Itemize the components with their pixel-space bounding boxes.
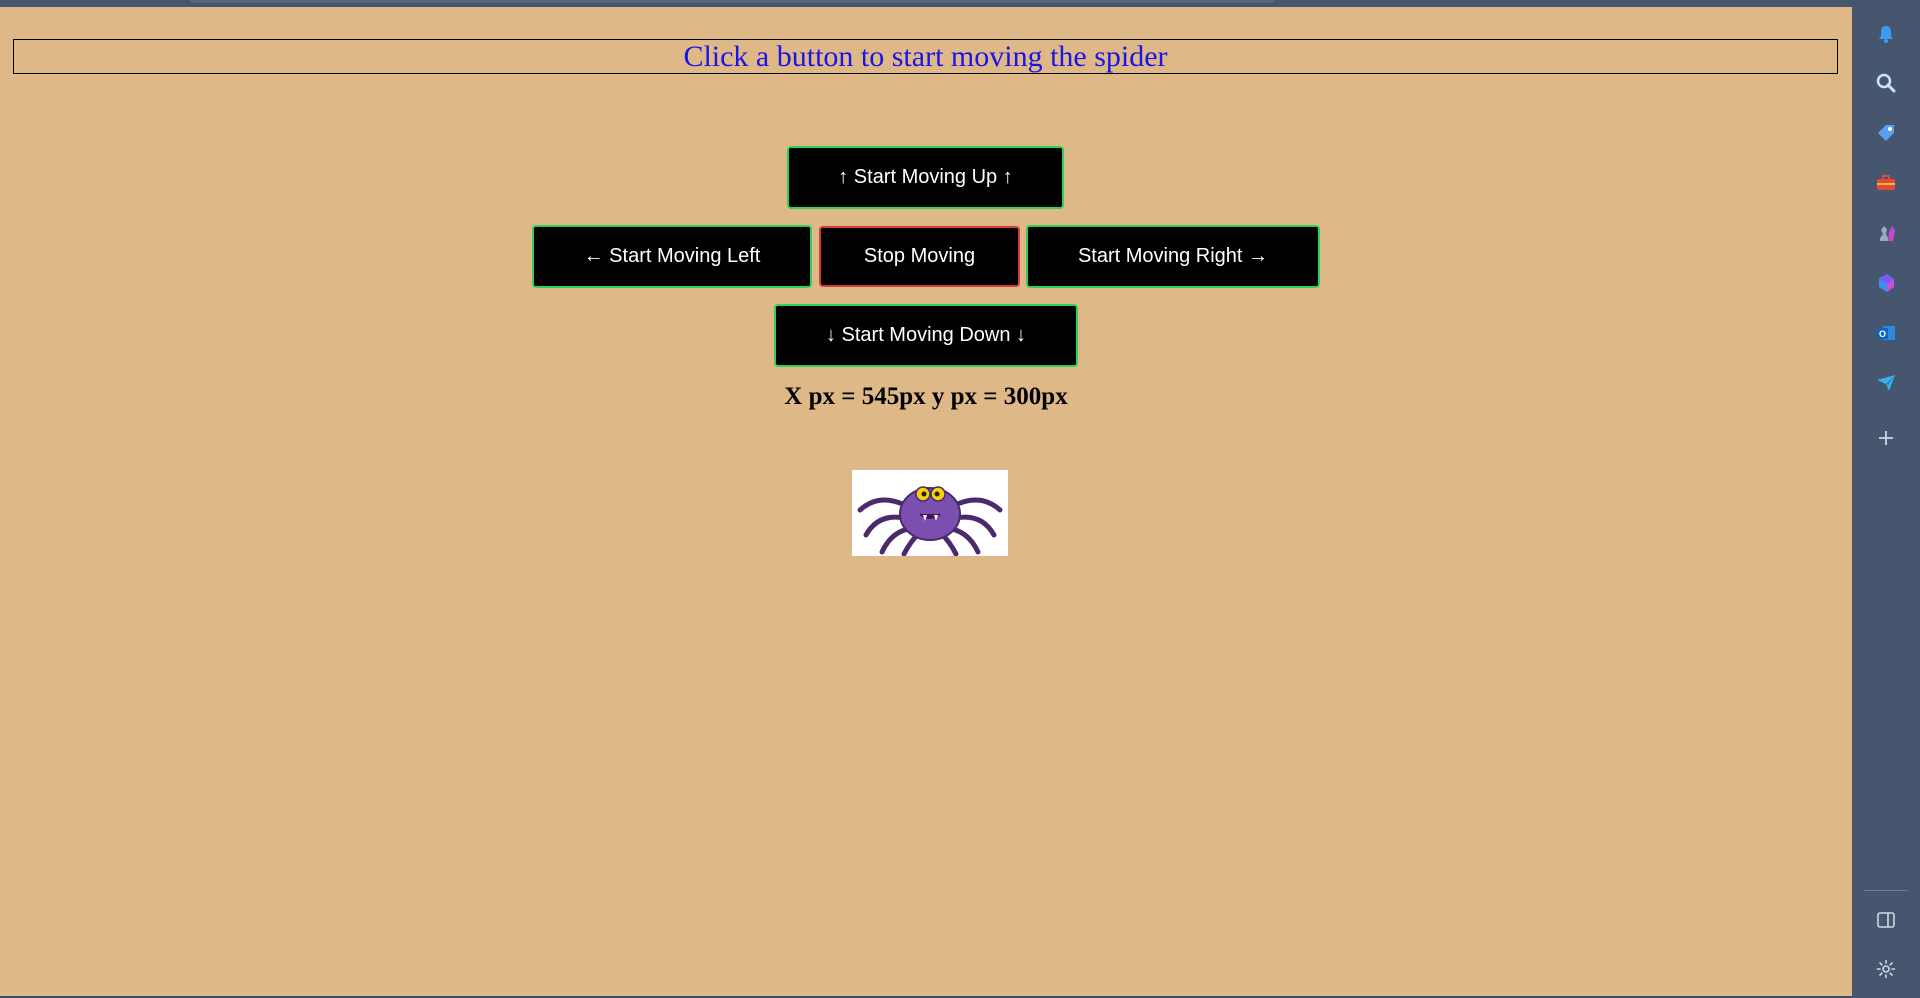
start-moving-up-button[interactable]: ↑ Start Moving Up ↑ bbox=[787, 146, 1064, 209]
panel-icon[interactable] bbox=[1872, 906, 1900, 934]
paper-plane-icon[interactable] bbox=[1872, 369, 1900, 397]
tab-strip-hint bbox=[190, 0, 1275, 3]
coordinates-readout: X px = 545px y px = 300px bbox=[784, 383, 1068, 410]
start-moving-down-button[interactable]: ↓ Start Moving Down ↓ bbox=[774, 304, 1078, 367]
svg-text:O: O bbox=[1879, 329, 1886, 339]
browser-sidebar: O bbox=[1852, 0, 1920, 998]
chess-icon[interactable] bbox=[1872, 219, 1900, 247]
bell-icon[interactable] bbox=[1872, 20, 1900, 48]
outlook-icon[interactable]: O bbox=[1872, 319, 1900, 347]
copilot-icon[interactable] bbox=[1872, 269, 1900, 297]
browser-top-bar bbox=[0, 0, 1852, 7]
sidebar-divider bbox=[1864, 890, 1908, 891]
stop-moving-button[interactable]: Stop Moving bbox=[819, 226, 1020, 287]
gear-icon[interactable] bbox=[1872, 955, 1900, 983]
plus-icon[interactable] bbox=[1872, 424, 1900, 452]
toolbox-icon[interactable] bbox=[1872, 169, 1900, 197]
spider-image bbox=[852, 470, 1008, 557]
search-icon[interactable] bbox=[1872, 69, 1900, 97]
tag-icon[interactable] bbox=[1872, 119, 1900, 147]
start-moving-right-button[interactable]: Start Moving Right → bbox=[1026, 225, 1320, 288]
page-heading: Click a button to start moving the spide… bbox=[13, 39, 1838, 74]
start-moving-left-button[interactable]: ← Start Moving Left bbox=[532, 225, 812, 288]
